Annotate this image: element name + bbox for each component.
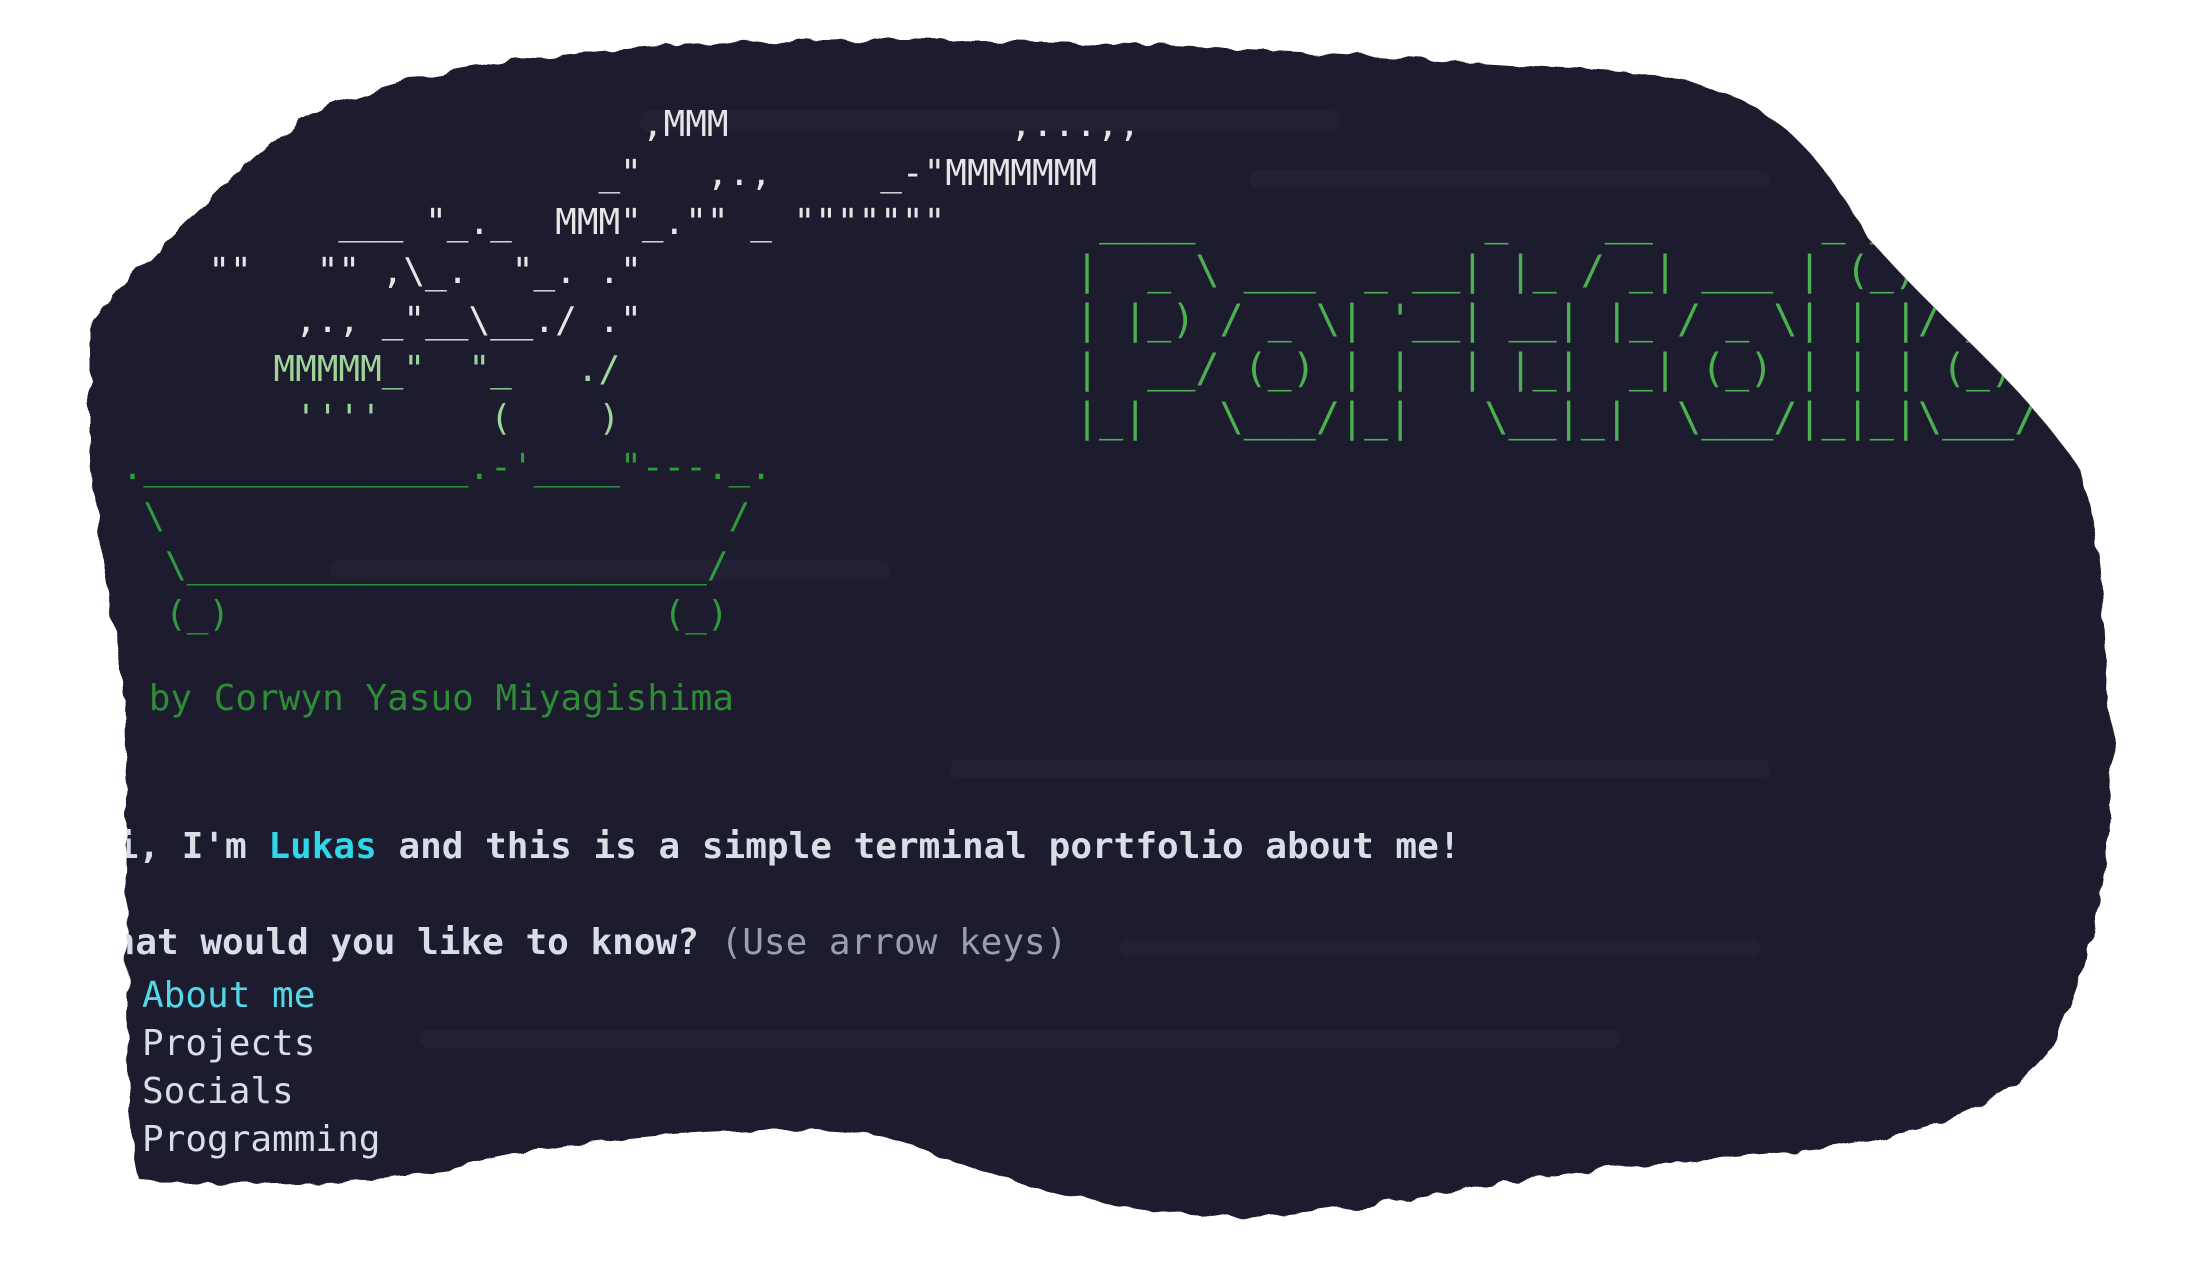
menu-option-projects[interactable]: Projects (142, 1020, 380, 1068)
bonsai-ascii-art: ,MMM ,...,, _" ,., _-"MMMMMMM ___ "_._ M… (100, 100, 1140, 639)
bonsai-line: '''' ( ) (295, 398, 621, 439)
screenshot-stage: ,MMM ,...,, _" ,., _-"MMMMMMM ___ "_._ M… (0, 0, 2198, 1288)
intro-name: Lukas (268, 826, 377, 867)
prompt-hint: (Use arrow keys) (720, 922, 1068, 963)
bonsai-line: "" "" ,\_. "_. ." (208, 251, 642, 292)
menu-option-programming[interactable]: Programming (142, 1116, 380, 1164)
intro-suffix: and this is a simple terminal portfolio … (376, 826, 1461, 867)
bonsai-line: ___ "_._ MMM"_."" _ """"""" (338, 202, 946, 243)
menu-option-socials[interactable]: Socials (142, 1068, 380, 1116)
bonsai-line: \ / (143, 496, 751, 537)
bonsai-line: (_) (_) (100, 594, 729, 635)
bonsai-line: MMMMM_" "_ ./ (273, 349, 621, 390)
menu-option-about-me[interactable]: About me (142, 972, 380, 1020)
art-credit: Art by Corwyn Yasuo Miyagishima (62, 678, 734, 719)
menu-options-list: About me Projects Socials Programming (142, 972, 380, 1164)
intro-text: Hi, I'm Lukas and this is a simple termi… (95, 826, 1460, 867)
menu-prompt: What would you like to know? (Use arrow … (92, 922, 1067, 963)
bonsai-line: ._______________.-'____"---._. (121, 447, 772, 488)
bonsai-line: \________________________/ (165, 545, 729, 586)
bonsai-line: ,., _"__\__./ ." (295, 300, 642, 341)
prompt-question: What would you like to know? (92, 922, 699, 963)
